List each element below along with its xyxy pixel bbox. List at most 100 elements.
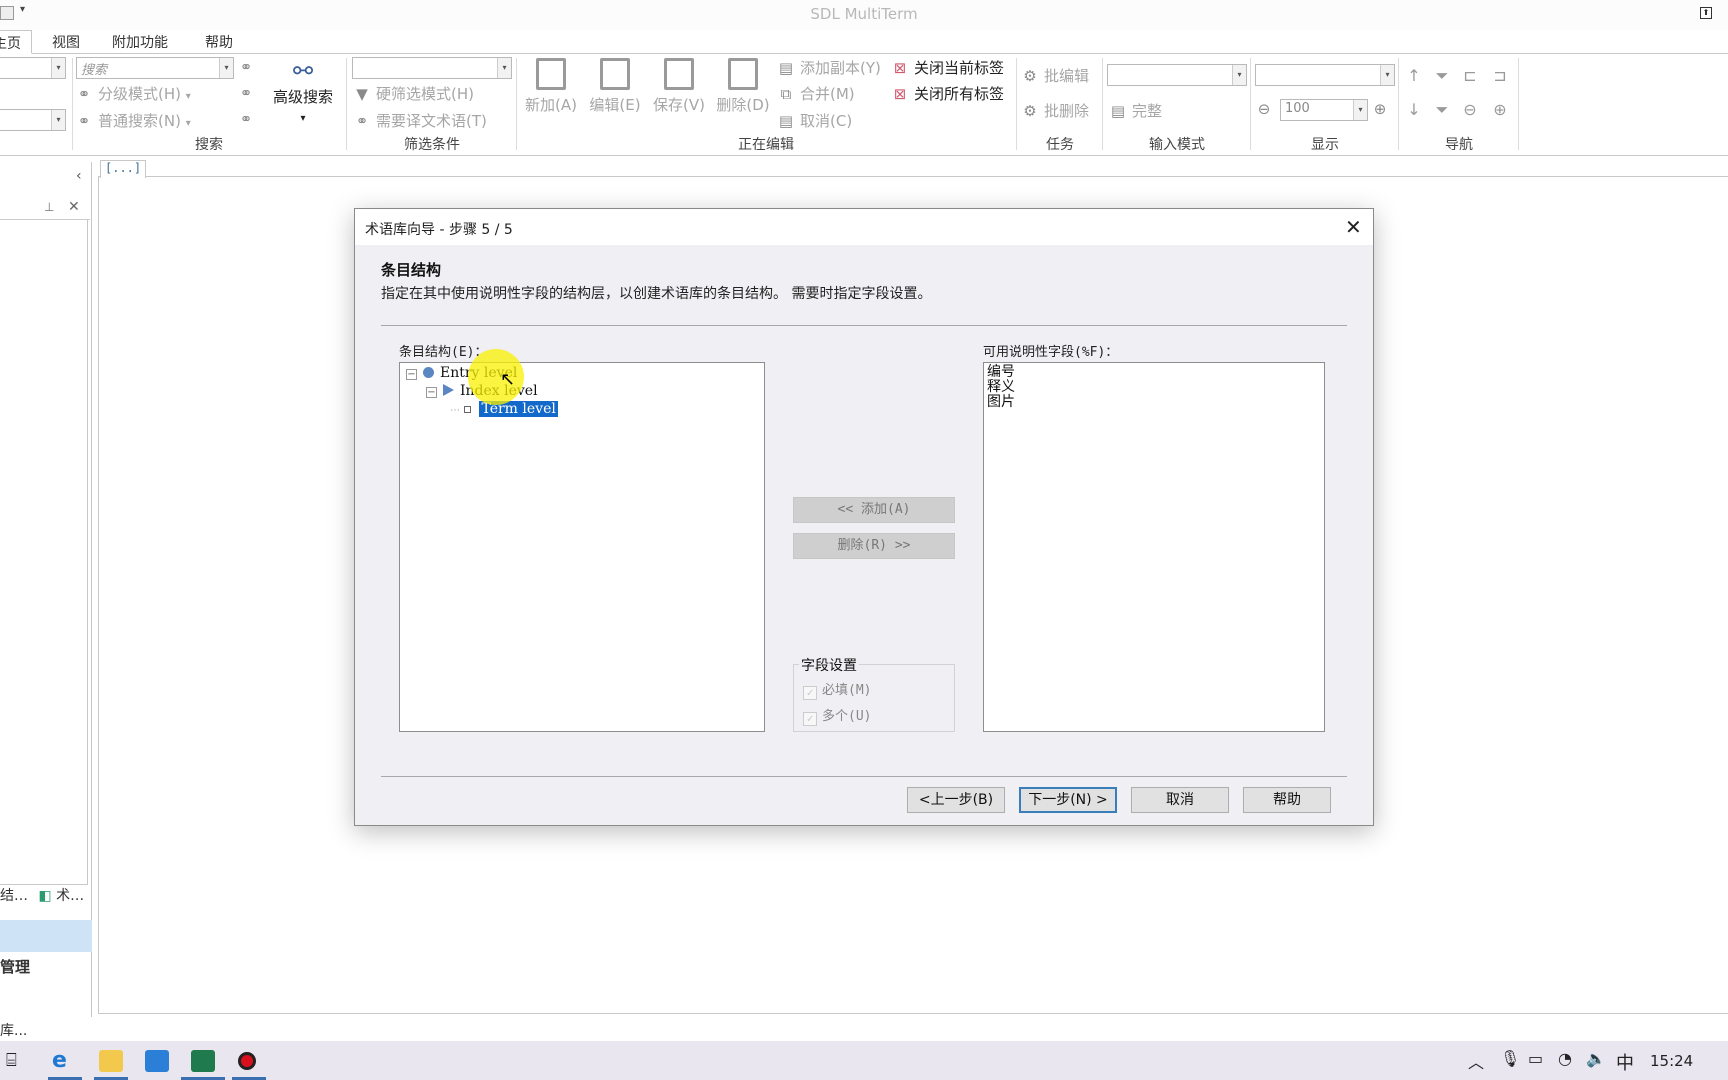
tab-back-icon[interactable]: ⊏ [1460,66,1480,85]
multiterm-app-icon[interactable] [191,1050,215,1072]
group-separator [1250,58,1251,150]
list-item[interactable]: 编号 [987,365,1321,380]
delete-entry-button[interactable]: 删除(D) [714,58,772,115]
group-separator [1398,58,1399,150]
app-title: SDL MultiTerm [810,5,918,23]
divider [381,325,1347,326]
multiple-checkbox[interactable]: ✓ 多个(U) [803,705,871,726]
step-description: 指定在其中使用说明性字段的结构层，以创建术语库的条目结构。 需要时指定字段设置。 [381,286,932,302]
search-input[interactable]: 搜索 ▾ [76,57,234,79]
pane-tab-structure[interactable]: 结… [0,888,28,904]
arrow-up-icon[interactable]: ↑ [1404,66,1424,85]
gear-delete-icon: ⚙ [1023,102,1037,120]
list-item[interactable]: 释义 [987,380,1321,395]
next-button[interactable]: 下一步(N) > [1019,787,1117,813]
wifi-icon[interactable]: ◔ [1558,1049,1572,1068]
tab-view[interactable]: 视图 [42,30,90,54]
zoom-in-icon[interactable]: ⊕ [1372,100,1394,118]
termbase-combo[interactable]: ▾ [0,57,66,79]
cancel-button[interactable]: 取消 [1131,787,1229,813]
zoom-out-icon[interactable]: ⊖ [1256,100,1278,118]
task-view-icon[interactable]: ⌸ [6,1050,30,1072]
collapse-icon[interactable]: − [406,369,417,380]
save-entry-icon [664,58,694,90]
group-separator [1518,58,1519,150]
fuzzy-search-icon: ⚭ [77,85,91,103]
display-combo[interactable]: ▾ [1255,64,1395,86]
dialog-title: 术语库向导 - 步骤 5 / 5 [365,222,513,238]
show-hidden-icons[interactable]: ︿ [1468,1049,1484,1073]
tab-addons[interactable]: 附加功能 [102,30,178,54]
tab-forward-icon[interactable]: ⊐ [1490,66,1510,85]
close-tab-icon: ⊠ [893,59,907,77]
collapse-pane-button[interactable]: ‹ [76,168,82,184]
pane-selected-item[interactable] [0,920,92,952]
fuzzy-mode-button[interactable]: ⚭ 分级模式(H) ▾ [76,83,191,104]
cancel-edit-button[interactable]: ▤ 取消(C) [778,110,852,131]
pane-close-icon[interactable]: ✕ [68,199,80,215]
new-entry-button[interactable]: 新加(A) [522,58,580,115]
close-all-tabs-button[interactable]: ⊠ 关闭所有标签 [892,83,1004,104]
clock[interactable]: 15:24 [1650,1052,1693,1070]
filter-up-icon[interactable]: ⏷ [1432,66,1452,86]
microphone-icon[interactable]: 🎙 [1500,1049,1520,1068]
group-label-filter: 筛选条件 [404,137,460,153]
tab-home[interactable]: 主页 [0,30,32,54]
mandatory-checkbox[interactable]: ✓ 必填(M) [803,679,871,700]
entry-structure-tree[interactable]: −Entry level −Index level ⋯ Term level ↖ [399,349,765,732]
search-next-icon[interactable]: ⚭ [238,84,260,102]
input-mode-combo[interactable]: ▾ [1107,64,1247,86]
list-item[interactable]: 图片 [987,395,1321,410]
tab-help[interactable]: 帮助 [195,30,243,54]
edit-entry-icon [600,58,630,90]
merge-button[interactable]: ⧉ 合并(M) [778,83,855,104]
forward-circle-icon[interactable]: ⊕ [1490,100,1510,119]
remove-field-button[interactable]: 删除(R) >> [793,533,955,559]
complete-mode-button[interactable]: ▤ 完整 [1110,100,1162,121]
back-button[interactable]: <上一步(B) [907,787,1005,813]
checkmark-icon: ✓ [803,686,817,700]
help-button[interactable]: 帮助 [1243,787,1331,813]
save-entry-button[interactable]: 保存(V) [650,58,708,115]
pin-icon[interactable]: ⊥ [44,200,54,214]
pane-item-manage[interactable]: 管理 [0,956,30,977]
search-icon[interactable]: ⚭ [238,58,260,76]
batch-edit-button[interactable]: ⚙ 批编辑 [1022,65,1089,86]
hard-filter-button[interactable]: ▼ 硬筛选模式(H) [354,83,474,104]
normal-search-button[interactable]: ⚭ 普通搜索(N) ▾ [76,110,191,131]
battery-icon[interactable]: ▭ [1528,1049,1543,1068]
close-current-tab-button[interactable]: ⊠ 关闭当前标签 [892,57,1004,78]
index-level-icon [443,384,454,396]
close-icon[interactable]: ✕ [1345,215,1362,239]
index-combo[interactable]: ▾ [0,109,66,131]
batch-delete-button[interactable]: ⚙ 批删除 [1022,100,1089,121]
group-label-editing: 正在编辑 [738,137,794,153]
available-fields-list[interactable]: 编号 释义 图片 [983,362,1325,732]
advanced-search-button[interactable]: ⚯ 高级搜索 ▾ [270,56,336,125]
target-required-button[interactable]: ⚭ 需要译文术语(T) [354,110,487,131]
add-copy-button[interactable]: ▤ 添加副本(Y) [778,57,881,78]
document-tab[interactable]: [...] [100,160,146,178]
pane-tab-term[interactable]: 术… [56,888,84,904]
group-label-tasks: 任务 [1046,137,1074,153]
ribbon-restore-icon[interactable]: ⬆ [1700,7,1712,19]
chevron-down-icon: ▾ [300,113,306,124]
edit-entry-button[interactable]: 编辑(E) [586,58,644,115]
file-explorer-icon[interactable] [99,1050,123,1072]
add-field-button[interactable]: << 添加(A) [793,497,955,523]
zoom-combo[interactable]: 100 ▾ [1280,99,1368,121]
volume-icon[interactable]: 🔈 [1586,1049,1606,1068]
back-circle-icon[interactable]: ⊖ [1460,100,1480,119]
mail-icon[interactable] [145,1050,169,1072]
filter-down-icon[interactable]: ⏷ [1432,100,1452,120]
search-prev-icon[interactable]: ⚭ [238,110,260,128]
record-icon[interactable] [238,1052,256,1070]
arrow-down-icon[interactable]: ↓ [1404,100,1424,119]
edge-browser-icon[interactable]: e [52,1050,76,1072]
cancel-doc-icon: ▤ [778,112,794,130]
ime-indicator[interactable]: 中 [1616,1049,1634,1075]
cursor-highlight [468,349,524,405]
advanced-search-icon: ⚯ [292,57,314,85]
filter-combo[interactable]: ▾ [352,57,512,79]
collapse-icon[interactable]: − [426,387,437,398]
